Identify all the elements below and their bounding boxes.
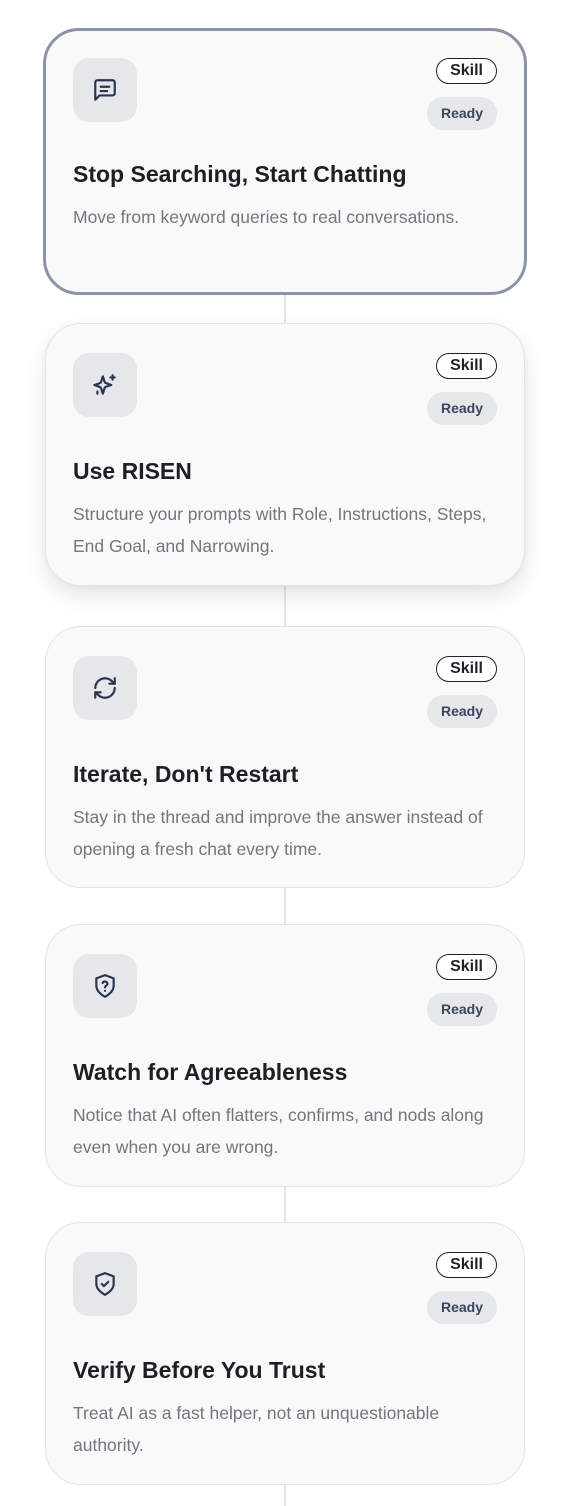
card-title: Stop Searching, Start Chatting bbox=[73, 161, 407, 187]
card-title: Use RISEN bbox=[73, 458, 192, 484]
card-description: Treat AI as a fast helper, not an unques… bbox=[73, 1403, 440, 1455]
path-connector bbox=[284, 888, 286, 925]
path-connector bbox=[284, 294, 286, 324]
status-badge: Ready bbox=[426, 695, 497, 728]
card-description: Move from keyword queries to real conver… bbox=[73, 207, 460, 227]
skill-card[interactable]: Skill Ready Iterate, Don't Restart Stay … bbox=[45, 626, 525, 888]
skill-card[interactable]: Skill Ready Watch for Agreeableness Noti… bbox=[45, 924, 525, 1187]
message-square-icon bbox=[94, 79, 116, 101]
status-badge: Ready bbox=[426, 97, 497, 130]
card-icon-box bbox=[73, 656, 137, 720]
card-title: Verify Before You Trust bbox=[73, 1357, 326, 1383]
path-connector bbox=[284, 1485, 286, 1506]
path-connector bbox=[284, 586, 286, 627]
sparkles-icon bbox=[93, 374, 116, 395]
status-badge: Ready bbox=[426, 1291, 497, 1324]
card-description: Structure your prompts with Role, Instru… bbox=[73, 504, 487, 556]
skill-badge: Skill bbox=[436, 353, 497, 379]
card-icon-box bbox=[73, 353, 137, 417]
skill-badge: Skill bbox=[436, 954, 497, 980]
card-icon-box bbox=[73, 58, 137, 122]
path-connector bbox=[284, 1187, 286, 1223]
shield-question-icon bbox=[95, 974, 115, 998]
skill-badge: Skill bbox=[436, 656, 497, 682]
status-badge: Ready bbox=[426, 392, 497, 425]
skill-card[interactable]: Skill Ready Verify Before You Trust Trea… bbox=[45, 1222, 525, 1485]
card-description: Notice that AI often flatters, confirms,… bbox=[73, 1105, 484, 1157]
status-badge: Ready bbox=[426, 993, 497, 1026]
refresh-icon bbox=[94, 677, 116, 699]
card-title: Iterate, Don't Restart bbox=[73, 761, 299, 787]
card-description: Stay in the thread and improve the answe… bbox=[73, 807, 483, 859]
skill-card[interactable]: Skill Ready Stop Searching, Start Chatti… bbox=[43, 28, 527, 295]
card-icon-box bbox=[73, 1252, 137, 1316]
skill-card[interactable]: Skill Ready Use RISEN Structure your pro… bbox=[45, 323, 525, 586]
card-icon-box bbox=[73, 954, 137, 1018]
skill-badge: Skill bbox=[436, 58, 497, 84]
shield-check-icon bbox=[95, 1272, 115, 1296]
skill-badge: Skill bbox=[436, 1252, 497, 1278]
card-title: Watch for Agreeableness bbox=[73, 1059, 348, 1085]
